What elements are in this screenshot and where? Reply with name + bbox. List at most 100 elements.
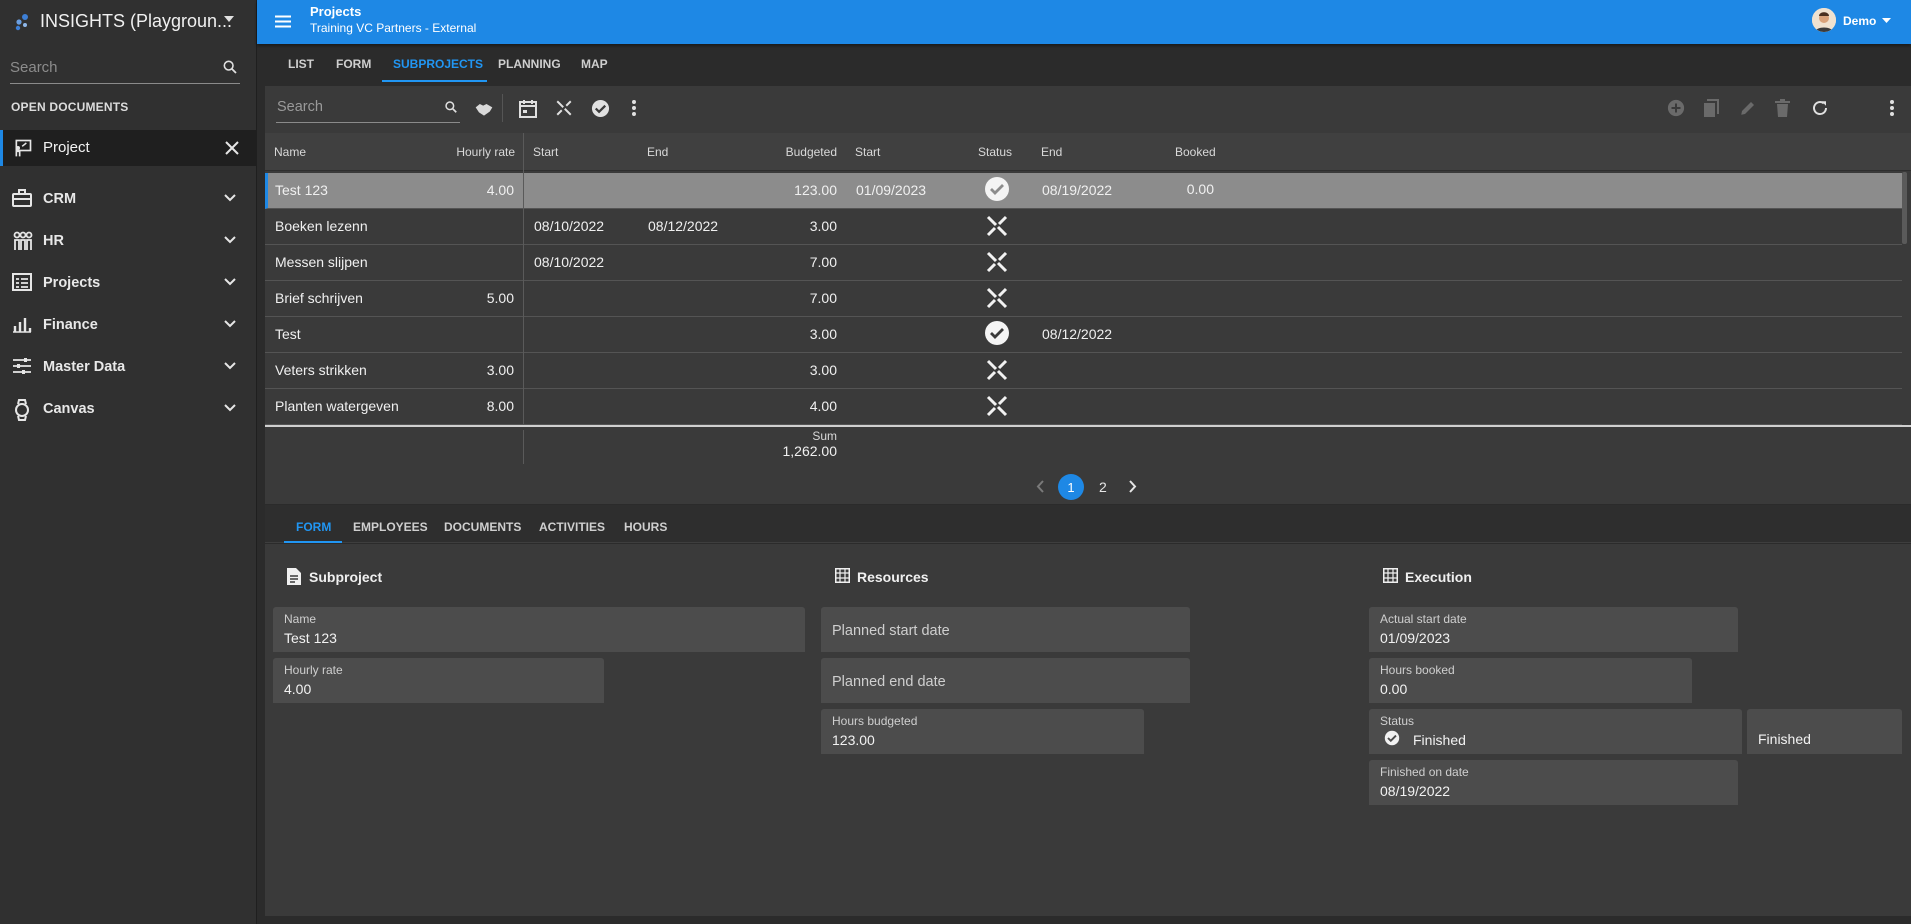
cell-start: 08/10/2022 <box>534 254 605 270</box>
chevron-down-icon[interactable] <box>224 320 236 328</box>
briefcase-icon <box>12 189 32 207</box>
grid-summary-row <box>265 425 1911 469</box>
status-text-field[interactable]: Finished <box>1747 709 1902 754</box>
sidebar-search-input[interactable]: Search <box>10 52 240 84</box>
search-icon[interactable] <box>222 59 238 75</box>
tab-planning[interactable]: PLANNING <box>498 57 561 71</box>
tab-map[interactable]: MAP <box>581 57 608 71</box>
status-field[interactable]: Status Finished <box>1369 709 1742 754</box>
column-header-name[interactable]: Name <box>274 145 306 159</box>
pager-page-current[interactable]: 1 <box>1058 474 1084 500</box>
check-circle-icon[interactable] <box>591 99 610 118</box>
edit-icon[interactable] <box>1739 99 1757 117</box>
cell-budgeted: 4.00 <box>809 398 837 414</box>
sidebar-item-label: Master Data <box>43 359 126 375</box>
sidebar-item-label: HR <box>43 233 64 249</box>
tab-subprojects[interactable]: SUBPROJECTS <box>393 57 483 71</box>
finished-on-date-field[interactable]: Finished on date 08/19/2022 <box>1369 760 1738 805</box>
chevron-down-icon[interactable] <box>224 194 236 202</box>
hours-budgeted-field[interactable]: Hours budgeted 123.00 <box>821 709 1144 754</box>
column-header-budgeted[interactable]: Budgeted <box>737 145 837 159</box>
cell-hourly-rate: 4.00 <box>486 182 514 198</box>
delete-icon[interactable] <box>1775 99 1790 117</box>
bar-chart-icon <box>12 315 32 333</box>
search-icon[interactable] <box>444 100 458 114</box>
chevron-down-icon[interactable] <box>224 362 236 370</box>
grid-icon <box>1383 568 1398 583</box>
field-value: Test 123 <box>284 630 337 646</box>
planned-end-date-field[interactable]: Planned end date <box>821 658 1190 703</box>
sidebar-item-label: CRM <box>43 191 77 207</box>
avatar[interactable] <box>1812 8 1836 32</box>
pager-page[interactable]: 2 <box>1099 479 1107 495</box>
actual-start-date-field[interactable]: Actual start date 01/09/2023 <box>1369 607 1738 652</box>
user-name[interactable]: Demo <box>1843 14 1876 28</box>
section-title-execution: Execution <box>1405 569 1472 585</box>
grid-search-input[interactable]: Search <box>276 97 460 123</box>
column-header-start-actual[interactable]: Start <box>855 145 880 159</box>
add-circle-icon[interactable] <box>1667 99 1685 117</box>
sidebar-item-projects[interactable]: Projects <box>0 262 257 304</box>
sliders-icon <box>12 357 32 375</box>
toolbar-divider <box>502 94 503 122</box>
tools-icon[interactable] <box>555 99 573 117</box>
field-value: 01/09/2023 <box>1380 630 1451 646</box>
column-header-booked[interactable]: Booked <box>1175 145 1216 159</box>
cell-budgeted: 3.00 <box>809 218 837 234</box>
cell-end-actual: 08/19/2022 <box>1042 182 1113 198</box>
handshake-icon[interactable] <box>474 99 494 119</box>
pager-next-icon[interactable] <box>1129 480 1137 493</box>
menu-icon[interactable] <box>275 15 291 28</box>
planned-start-date-field[interactable]: Planned start date <box>821 607 1190 652</box>
chevron-down-icon[interactable] <box>224 404 236 412</box>
column-header-status[interactable]: Status <box>978 145 1012 159</box>
tab-activities[interactable]: ACTIVITIES <box>539 520 605 534</box>
app-switcher[interactable]: INSIGHTS (Playgroun... <box>0 0 257 43</box>
cell-hourly-rate: 3.00 <box>486 362 514 378</box>
tab-employees[interactable]: EMPLOYEES <box>353 520 428 534</box>
tab-list[interactable]: LIST <box>288 57 314 71</box>
caret-down-icon[interactable] <box>1882 18 1891 23</box>
column-header-start[interactable]: Start <box>533 145 558 159</box>
cell-name: Veters strikken <box>275 362 367 378</box>
close-icon[interactable] <box>225 141 239 155</box>
cell-budgeted: 7.00 <box>809 254 837 270</box>
chevron-down-icon[interactable] <box>224 236 236 244</box>
tab-form[interactable]: FORM <box>336 57 371 71</box>
sidebar-item-crm[interactable]: CRM <box>0 178 257 220</box>
check-circle-icon <box>1384 730 1400 746</box>
sidebar-item-hr[interactable]: HR <box>0 220 257 262</box>
hours-booked-field[interactable]: Hours booked 0.00 <box>1369 658 1692 703</box>
name-field[interactable]: Name Test 123 <box>273 607 805 652</box>
cell-budgeted: 123.00 <box>794 182 837 198</box>
refresh-icon[interactable] <box>1811 99 1829 117</box>
sidebar-item-master-data[interactable]: Master Data <box>0 346 257 388</box>
grid-scrollbar[interactable] <box>1902 172 1907 244</box>
pager-prev-icon[interactable] <box>1036 480 1044 493</box>
more-vert-icon[interactable] <box>1889 99 1895 117</box>
field-value: 4.00 <box>284 681 312 697</box>
sidebar-item-finance[interactable]: Finance <box>0 304 257 346</box>
sum-value: 1,262.00 <box>782 443 838 459</box>
page-title: Projects <box>310 4 362 19</box>
more-vert-icon[interactable] <box>631 99 637 117</box>
sidebar-item-canvas[interactable]: Canvas <box>0 388 257 430</box>
open-document-project[interactable]: Project <box>0 130 257 166</box>
tab-hours[interactable]: HOURS <box>624 520 667 534</box>
column-divider <box>523 133 524 424</box>
calendar-icon[interactable] <box>519 99 537 118</box>
sidebar-item-label: Canvas <box>43 401 95 417</box>
caret-down-icon[interactable] <box>224 16 234 22</box>
field-label: Name <box>284 612 317 626</box>
table-row[interactable] <box>265 209 1902 245</box>
chevron-down-icon[interactable] <box>224 278 236 286</box>
hourly-rate-field[interactable]: Hourly rate 4.00 <box>273 658 604 703</box>
copy-icon[interactable] <box>1703 99 1719 118</box>
table-row[interactable] <box>265 245 1902 281</box>
column-header-end-actual[interactable]: End <box>1041 145 1062 159</box>
column-header-hourly-rate[interactable]: Hourly rate <box>420 145 515 159</box>
column-header-end[interactable]: End <box>647 145 668 159</box>
tab-form-detail[interactable]: FORM <box>296 520 331 534</box>
document-icon <box>287 568 301 585</box>
tab-documents[interactable]: DOCUMENTS <box>444 520 521 534</box>
